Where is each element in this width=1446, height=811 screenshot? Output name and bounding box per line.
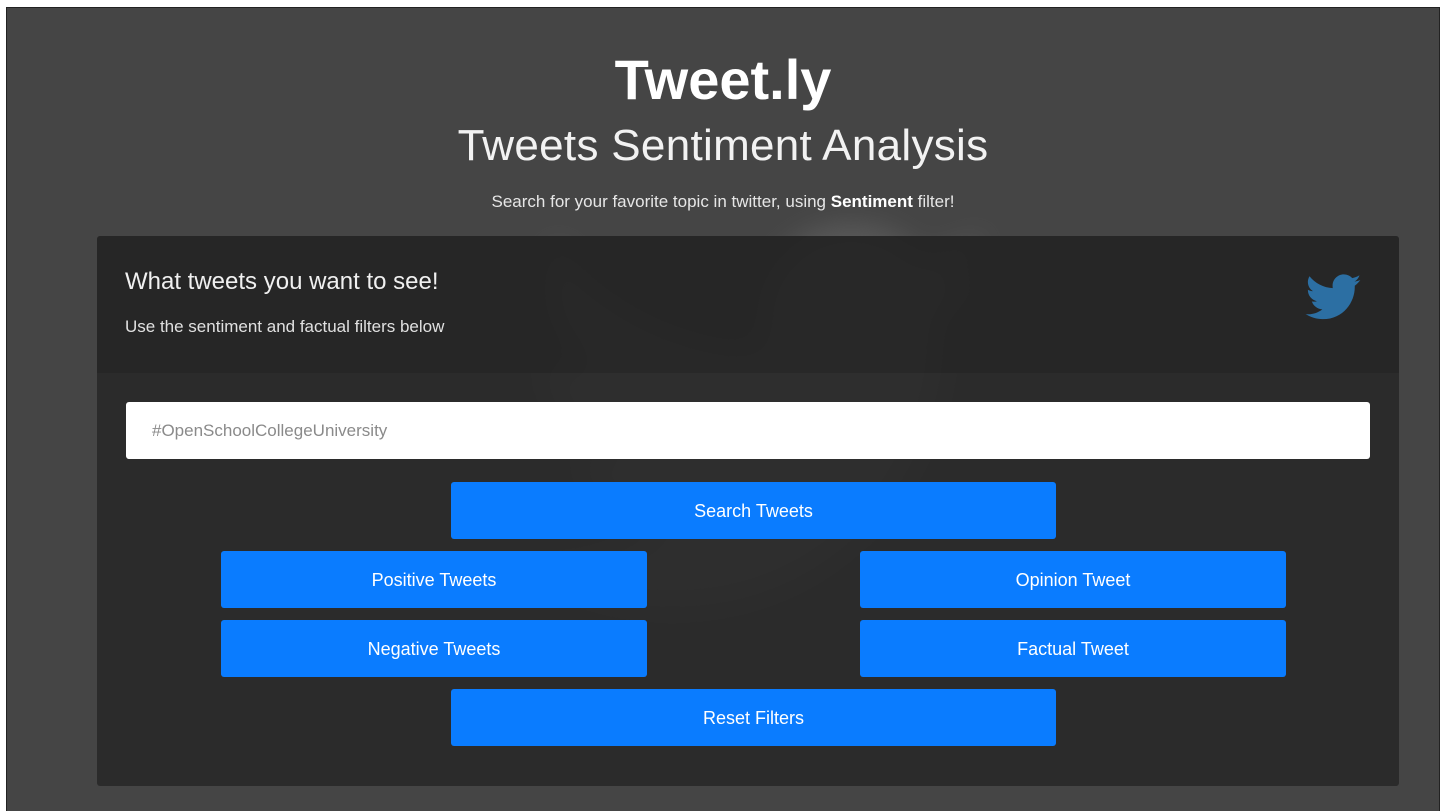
panel-description: Use the sentiment and factual filters be…: [125, 317, 445, 336]
filter-panel: What tweets you want to see! Use the sen…: [97, 236, 1399, 786]
reset-filters-button[interactable]: Reset Filters: [451, 689, 1056, 746]
opinion-tweet-button[interactable]: Opinion Tweet: [860, 551, 1286, 608]
search-tweets-button[interactable]: Search Tweets: [451, 482, 1056, 539]
search-input[interactable]: [126, 402, 1370, 459]
tagline: Search for your favorite topic in twitte…: [7, 190, 1439, 214]
positive-tweets-button[interactable]: Positive Tweets: [221, 551, 647, 608]
tagline-prefix: Search for your favorite topic in twitte…: [491, 192, 831, 211]
app-subtitle: Tweets Sentiment Analysis: [457, 121, 989, 170]
page-frame: Tweet.ly Tweets Sentiment Analysis Searc…: [6, 7, 1440, 811]
tagline-bold: Sentiment: [830, 192, 913, 211]
panel-title: What tweets you want to see!: [125, 268, 439, 295]
panel-header: What tweets you want to see! Use the sen…: [97, 236, 1399, 373]
twitter-bird-icon: [1305, 274, 1362, 320]
negative-tweets-button[interactable]: Negative Tweets: [221, 620, 647, 677]
tagline-suffix: filter!: [912, 192, 955, 211]
factual-tweet-button[interactable]: Factual Tweet: [860, 620, 1286, 677]
app-title: Tweet.ly: [614, 48, 832, 111]
